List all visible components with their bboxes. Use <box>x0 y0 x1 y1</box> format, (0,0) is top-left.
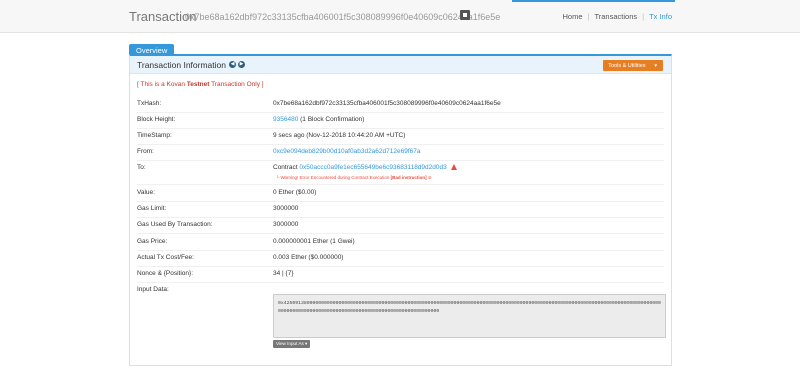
value-label: Value: <box>137 189 155 196</box>
header-tx-hash: 0x7be68a162dbf972c33135cfba406001f5c3080… <box>185 12 501 22</box>
panel-header: Transaction Information ◀ ▶ Tools & Util… <box>130 56 671 74</box>
breadcrumb-transactions[interactable]: Transactions <box>594 12 637 21</box>
warning-icon <box>450 164 457 170</box>
gas-limit-value: 3000000 <box>273 205 299 212</box>
chevron-down-icon: ▼ <box>653 63 658 68</box>
nonce-label: Nonce & {Position}: <box>137 270 194 277</box>
info-icon: ⊘ <box>427 175 432 180</box>
to-label: To: <box>137 164 146 171</box>
transaction-panel: Transaction Information ◀ ▶ Tools & Util… <box>129 54 672 366</box>
tx-cost-label: Actual Tx Cost/Fee: <box>137 254 194 261</box>
block-height-label: Block Height: <box>137 116 176 123</box>
to-contract-link[interactable]: 0x50accc0a9fe1ec655649be6c93683118d9d2d0… <box>299 164 446 171</box>
block-height-value: 9356480 (1 Block Confirmation) <box>273 116 365 123</box>
divider <box>137 184 664 185</box>
value-value: 0 Ether ($0.00) <box>273 189 317 196</box>
gas-price-value: 0.000000001 Ether (1 Gwei) <box>273 238 355 245</box>
from-label: From: <box>137 148 154 155</box>
breadcrumb: Home | Transactions | Tx Info <box>562 12 672 21</box>
gas-limit-label: Gas Limit: <box>137 205 167 212</box>
timestamp-value: 9 secs ago (Nov-12-2018 10:44:20 AM +UTC… <box>273 132 406 139</box>
active-nav-indicator <box>512 0 675 2</box>
view-input-as-button[interactable]: View Input As ▾ <box>273 340 311 348</box>
tab-bar: Overview <box>129 40 175 58</box>
from-address-link[interactable]: 0xc9e094deb829b00d10af0ab3d2a62d712e69f6… <box>273 148 420 155</box>
copy-icon[interactable] <box>460 10 470 20</box>
next-tx-icon[interactable]: ▶ <box>238 61 245 68</box>
input-data-label: Input Data: <box>137 286 169 293</box>
input-data-textarea[interactable]: 0x42509138000000000000000000000000000000… <box>273 294 666 338</box>
gas-used-label: Gas Used By Transaction: <box>137 221 213 228</box>
timestamp-label: TimeStamp: <box>137 132 172 139</box>
divider <box>137 112 664 113</box>
gas-price-label: Gas Price: <box>137 238 168 245</box>
nonce-value: 34 | {7} <box>273 270 294 277</box>
gas-used-value: 3000000 <box>273 221 299 228</box>
divider <box>137 201 664 202</box>
panel-title: Transaction Information <box>137 60 226 70</box>
divider <box>137 217 664 218</box>
top-bar: Transaction 0x7be68a162dbf972c33135cfba4… <box>0 0 800 33</box>
divider <box>137 144 664 145</box>
divider <box>137 250 664 251</box>
to-value: Contract 0x50accc0a9fe1ec655649be6c93683… <box>273 164 457 171</box>
contract-error-warning: └ Warning! Error Encountered during Cont… <box>276 175 432 180</box>
tx-cost-value: 0.003 Ether ($0.000000) <box>273 254 344 261</box>
tools-utilities-button[interactable]: Tools & Utilities ▼ <box>603 60 663 71</box>
breadcrumb-separator: | <box>587 12 590 21</box>
block-number-link[interactable]: 9356480 <box>273 116 298 123</box>
breadcrumb-home[interactable]: Home <box>562 12 582 21</box>
breadcrumb-tx-info: Tx Info <box>649 12 672 21</box>
divider <box>137 282 664 283</box>
txhash-value: 0x7be68a162dbf972c33135cfba406001f5c3080… <box>273 100 501 107</box>
divider <box>137 160 664 161</box>
prev-tx-icon[interactable]: ◀ <box>229 61 236 68</box>
kovan-testnet-notice: [ This is a Kovan Testnet Transaction On… <box>137 81 264 88</box>
divider <box>137 128 664 129</box>
breadcrumb-separator: | <box>642 12 645 21</box>
divider <box>137 266 664 267</box>
txhash-label: TxHash: <box>137 100 162 107</box>
divider <box>137 233 664 234</box>
